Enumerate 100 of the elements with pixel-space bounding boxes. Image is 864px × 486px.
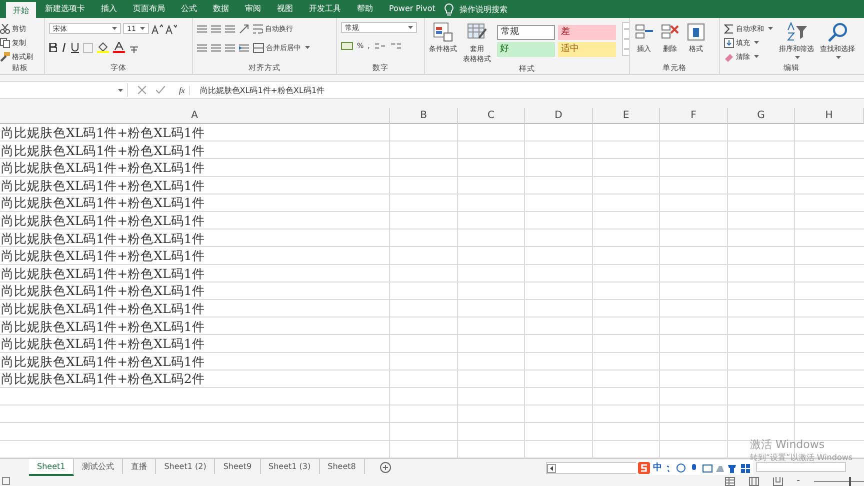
dropdown-caret-icon[interactable] [408, 26, 413, 29]
formula-field[interactable]: 尚比妮肤色XL码1件+粉色XL码1件 [200, 84, 325, 96]
format-cells-icon[interactable] [686, 22, 706, 42]
dropdown-caret-icon[interactable] [754, 55, 759, 58]
sheet-tab[interactable]: Sheet1 [29, 459, 74, 476]
align-bottom-icon[interactable] [225, 24, 235, 32]
ribbon-tab[interactable]: 开发工具 [302, 0, 348, 18]
ime-toolbar[interactable]: 中 [636, 460, 753, 475]
table-cell-text: 尚比妮肤色XL码1件+粉色XL码1件 [0, 124, 206, 142]
fill-color-icon[interactable] [97, 42, 109, 53]
insert-function-button[interactable]: fx [175, 86, 190, 94]
ribbon-tab[interactable]: 视图 [270, 0, 300, 18]
decrease-font-icon[interactable] [165, 24, 177, 34]
column-header[interactable]: F [660, 108, 728, 124]
sheet-tab[interactable]: 测试公式 [74, 459, 124, 474]
ime-icons-drawing[interactable] [665, 462, 751, 472]
search-icon[interactable] [826, 22, 848, 42]
page-layout-icon[interactable] [748, 476, 759, 486]
scissors-icon[interactable] [0, 24, 10, 34]
ribbon-tab[interactable]: 帮助 [350, 0, 380, 18]
column-header[interactable]: E [593, 108, 660, 124]
ime-logo-icon[interactable] [638, 462, 650, 474]
underline-icon[interactable] [71, 42, 79, 52]
cell-style[interactable]: 适中 [558, 42, 616, 57]
italic-icon[interactable] [61, 43, 67, 52]
table-cell-text: 尚比妮肤色XL码1件+粉色XL码1件 [0, 282, 206, 300]
decrease-decimal-icon[interactable] [390, 40, 402, 50]
sheet-tab[interactable]: Sheet9 [215, 459, 261, 474]
cell-style[interactable]: 常规 [497, 25, 555, 40]
activation-title: 激活 Windows [750, 437, 826, 452]
font-color-icon[interactable] [113, 42, 125, 53]
ribbon-tab[interactable]: 审阅 [238, 0, 268, 18]
sheet-tab[interactable]: Sheet8 [320, 459, 365, 474]
normal-view-icon[interactable] [724, 476, 735, 486]
sheet-tab[interactable]: Sheet1 (2) [156, 459, 216, 474]
format-painter-icon[interactable] [0, 52, 10, 62]
gallery-scroll-icon[interactable] [622, 22, 629, 56]
ribbon-tab[interactable]: 数据 [206, 0, 236, 18]
scroll-left-icon[interactable] [547, 464, 556, 472]
align-center-icon[interactable] [211, 44, 221, 52]
table-cell-text: 尚比妮肤色XL码1件+粉色XL码1件 [0, 159, 206, 177]
horizontal-scrollbar[interactable] [546, 462, 638, 474]
lightbulb-icon[interactable] [444, 2, 454, 16]
macro-icon[interactable] [2, 477, 10, 485]
sheet-tab[interactable]: Sheet1 (3) [260, 459, 320, 474]
align-top-icon[interactable] [197, 24, 207, 32]
copy-icon[interactable] [0, 38, 10, 48]
table-cell-text: 尚比妮肤色XL码1件+粉色XL码1件 [0, 142, 206, 160]
column-header[interactable]: H [795, 108, 864, 124]
column-header[interactable]: B [390, 108, 458, 124]
increase-font-icon[interactable] [151, 24, 163, 34]
ribbon-tab[interactable]: 新建选项卡 [38, 0, 92, 18]
column-header[interactable]: A [0, 108, 390, 124]
align-right-icon[interactable] [225, 44, 235, 52]
page-break-icon[interactable] [772, 476, 783, 486]
currency-icon[interactable] [341, 40, 353, 50]
merge-center-icon[interactable] [253, 42, 264, 52]
ribbon-tab[interactable]: Power Pivot [382, 0, 442, 18]
bold-icon[interactable] [49, 43, 57, 52]
column-header[interactable]: C [458, 108, 525, 124]
wrap-text-icon[interactable] [253, 24, 263, 34]
dropdown-caret-icon[interactable] [118, 88, 123, 92]
table-cell-text: 尚比妮肤色XL码1件+粉色XL码1件 [0, 230, 206, 248]
increase-decimal-icon[interactable] [374, 40, 386, 50]
table-cell-text: 尚比妮肤色XL码1件+粉色XL码1件 [0, 212, 206, 230]
ribbon-tab[interactable]: 公式 [174, 0, 204, 18]
dropdown-caret-icon[interactable] [754, 41, 759, 44]
cell-style[interactable]: 差 [558, 25, 616, 40]
ribbon-tab[interactable]: 开始 [6, 2, 36, 20]
search-field[interactable]: 操作说明搜索 [459, 4, 508, 14]
sum-icon[interactable] [724, 24, 734, 34]
table-cell-text: 尚比妮肤色XL码1件+粉色XL码1件 [0, 352, 206, 370]
ime-mode[interactable]: 中 [653, 461, 662, 474]
enter-icon[interactable] [156, 86, 165, 94]
column-header[interactable]: D [525, 108, 593, 124]
column-header[interactable]: G [728, 108, 795, 124]
cancel-icon[interactable] [138, 86, 146, 94]
align-left-icon[interactable] [197, 44, 207, 52]
dropdown-caret-icon[interactable] [112, 27, 117, 30]
dropdown-caret-icon[interactable] [768, 27, 773, 30]
orientation-icon[interactable] [239, 24, 249, 34]
table-cell-text: 尚比妮肤色XL码1件+粉色XL码1件 [0, 176, 206, 194]
cell-style[interactable]: 好 [497, 42, 555, 57]
sort-filter-icon[interactable] [786, 22, 808, 42]
dropdown-caret-icon[interactable] [795, 56, 800, 59]
fill-down-icon[interactable] [724, 38, 734, 48]
dropdown-caret-icon[interactable] [836, 56, 841, 59]
ribbon-tab[interactable]: 插入 [94, 0, 124, 18]
ribbon-tab[interactable]: 页面布局 [126, 0, 172, 18]
sheet-tab[interactable]: 直播 [123, 459, 156, 474]
align-middle-icon[interactable] [211, 24, 221, 32]
borders-icon[interactable] [83, 42, 93, 52]
zoom-out-button[interactable]: - [796, 476, 800, 486]
add-sheet-icon[interactable] [380, 462, 391, 473]
dropdown-caret-icon[interactable] [305, 46, 310, 49]
dropdown-caret-icon[interactable] [140, 27, 145, 30]
conditional-format-icon[interactable] [433, 22, 453, 42]
indent-icon[interactable] [239, 44, 249, 52]
scrollbar-track[interactable] [756, 462, 846, 472]
table-cell-text: 尚比妮肤色XL码1件+粉色XL码1件 [0, 194, 206, 212]
